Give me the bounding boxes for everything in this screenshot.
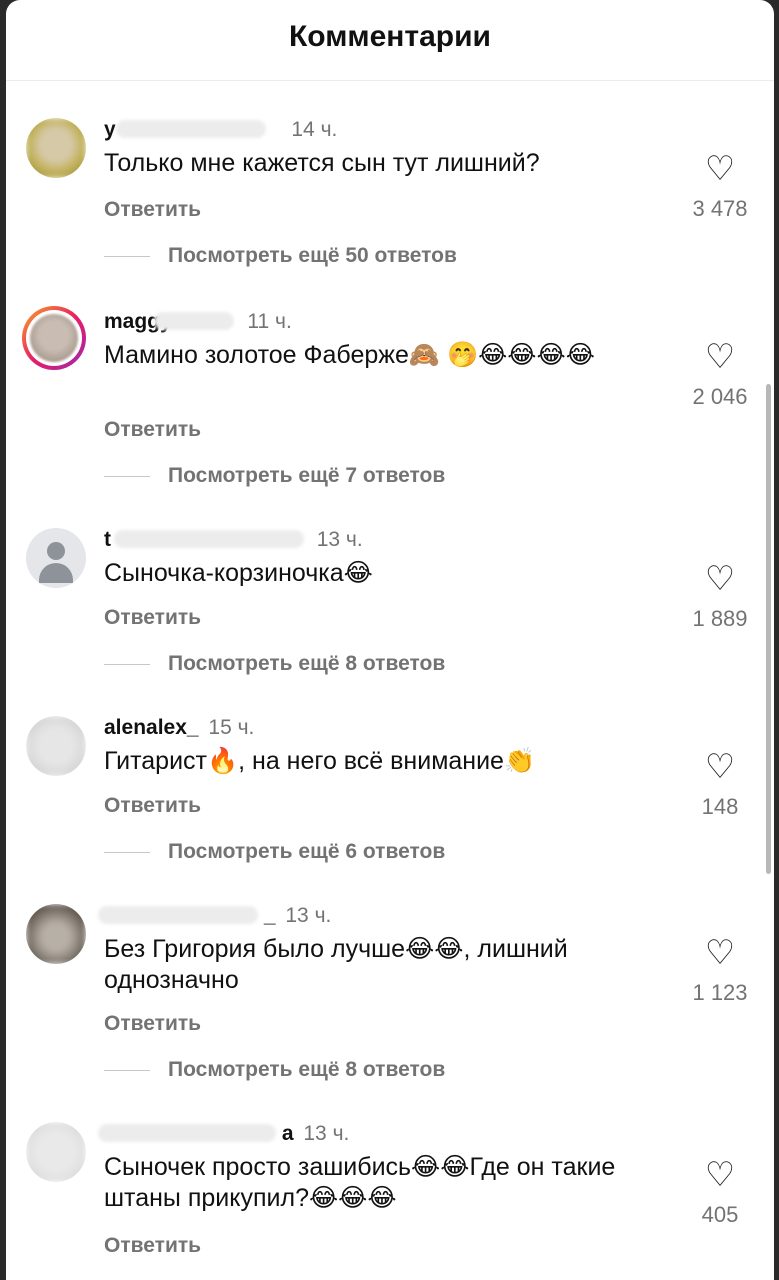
avatar-image (26, 118, 86, 178)
scrollbar[interactable] (766, 384, 771, 874)
like-button[interactable]: ♡ 3 478 (680, 152, 760, 222)
view-more-replies[interactable]: Посмотреть ещё 6 ответов (104, 840, 445, 864)
comment-meta: a 13 ч. (98, 1122, 350, 1150)
comment-time: 11 ч. (247, 310, 292, 333)
view-more-replies[interactable]: Посмотреть ещё 8 ответов (104, 652, 445, 676)
avatar[interactable] (26, 118, 86, 178)
comment-meta: alenalex_ 15 ч. (104, 716, 254, 744)
username-redaction (98, 1124, 276, 1142)
comment-meta: _ 13 ч. (98, 904, 332, 932)
like-button[interactable]: ♡ 148 (680, 750, 760, 820)
reply-button[interactable]: Ответить (104, 198, 201, 222)
avatar[interactable] (26, 904, 86, 964)
default-avatar-icon (26, 528, 86, 588)
comment-text: Только мне кажется сын тут лишний? (104, 149, 540, 177)
comment-time: 13 ч. (285, 904, 332, 927)
username-redaction (98, 906, 258, 924)
comment-meta: t 13 ч. (104, 528, 363, 556)
reply-button[interactable]: Ответить (104, 1012, 201, 1036)
comment-meta: maggy 11 ч. (104, 310, 292, 338)
like-button[interactable]: ♡ 1 123 (680, 936, 760, 1006)
avatar[interactable] (26, 528, 86, 588)
avatar[interactable] (26, 1122, 86, 1182)
view-more-replies[interactable]: Посмотреть ещё 7 ответов (104, 464, 445, 488)
like-count: 1 123 (692, 980, 748, 1005)
divider-line (104, 255, 150, 257)
avatar[interactable] (22, 306, 86, 370)
avatar-image (26, 904, 86, 964)
heart-outline-icon: ♡ (704, 150, 736, 188)
view-more-label: Посмотреть ещё 8 ответов (168, 1058, 446, 1081)
divider-line (104, 475, 150, 477)
avatar-image (30, 314, 78, 362)
avatar-image (26, 716, 86, 776)
like-count: 3 478 (692, 196, 748, 221)
like-button[interactable]: ♡ 1 889 (680, 562, 760, 632)
view-more-label: Посмотреть ещё 8 ответов (168, 652, 446, 675)
username-redaction (114, 530, 304, 548)
comment-text: Без Григория было лучше😂😂, лишний однозн… (104, 935, 568, 994)
username-redaction (154, 312, 234, 330)
reply-button[interactable]: Ответить (104, 1234, 201, 1258)
like-count: 1 889 (692, 606, 748, 631)
heart-outline-icon: ♡ (704, 748, 736, 786)
heart-outline-icon: ♡ (704, 934, 736, 972)
divider-line (104, 851, 150, 853)
username[interactable]: t (104, 528, 311, 552)
username[interactable]: alenalex_ (104, 716, 203, 740)
reply-button[interactable]: Ответить (104, 794, 201, 818)
page-title: Комментарии (288, 20, 492, 53)
divider-line (104, 663, 150, 665)
like-count: 2 046 (692, 384, 748, 409)
username[interactable]: _ (98, 904, 280, 928)
view-more-label: Посмотреть ещё 7 ответов (168, 464, 446, 487)
view-more-replies[interactable]: Посмотреть ещё 50 ответов (104, 244, 457, 268)
heart-outline-icon: ♡ (704, 1156, 736, 1194)
divider-line (104, 1069, 150, 1071)
comment-text: Гитарист🔥, на него всё внимание👏 (104, 747, 536, 775)
comment-text: Сыночка-корзиночка😂 (104, 559, 373, 587)
username-redaction (116, 120, 266, 138)
view-more-label: Посмотреть ещё 6 ответов (168, 840, 446, 863)
reply-button[interactable]: Ответить (104, 418, 201, 442)
comment-time: 15 ч. (208, 716, 255, 739)
like-count: 148 (701, 794, 739, 819)
username[interactable]: maggy (104, 310, 242, 334)
like-button[interactable]: ♡ 405 (680, 1158, 760, 1228)
heart-outline-icon: ♡ (704, 560, 736, 598)
username[interactable]: y (104, 118, 286, 142)
comment-meta: y 14 ч. (104, 118, 337, 146)
comment-text: Мамино золотое Фаберже🙈 🤭😂😂😂😂 (104, 341, 595, 369)
username[interactable]: a (98, 1122, 298, 1146)
heart-outline-icon: ♡ (704, 338, 736, 376)
avatar-image (26, 1122, 86, 1182)
header: Комментарии (6, 0, 774, 81)
like-count: 405 (701, 1202, 739, 1227)
comment-time: 13 ч. (316, 528, 363, 551)
reply-button[interactable]: Ответить (104, 606, 201, 630)
comment-time: 13 ч. (303, 1122, 350, 1145)
like-button[interactable]: ♡ 2 046 (680, 340, 760, 410)
comments-sheet: Комментарии y 14 ч. Только мне кажется с… (6, 0, 774, 1280)
view-more-label: Посмотреть ещё 50 ответов (168, 244, 457, 267)
comment-time: 14 ч. (291, 118, 338, 141)
avatar[interactable] (26, 716, 86, 776)
view-more-replies[interactable]: Посмотреть ещё 8 ответов (104, 1058, 445, 1082)
comment-text: Сыночек просто зашибись😂😂Где он такие шт… (104, 1153, 616, 1212)
